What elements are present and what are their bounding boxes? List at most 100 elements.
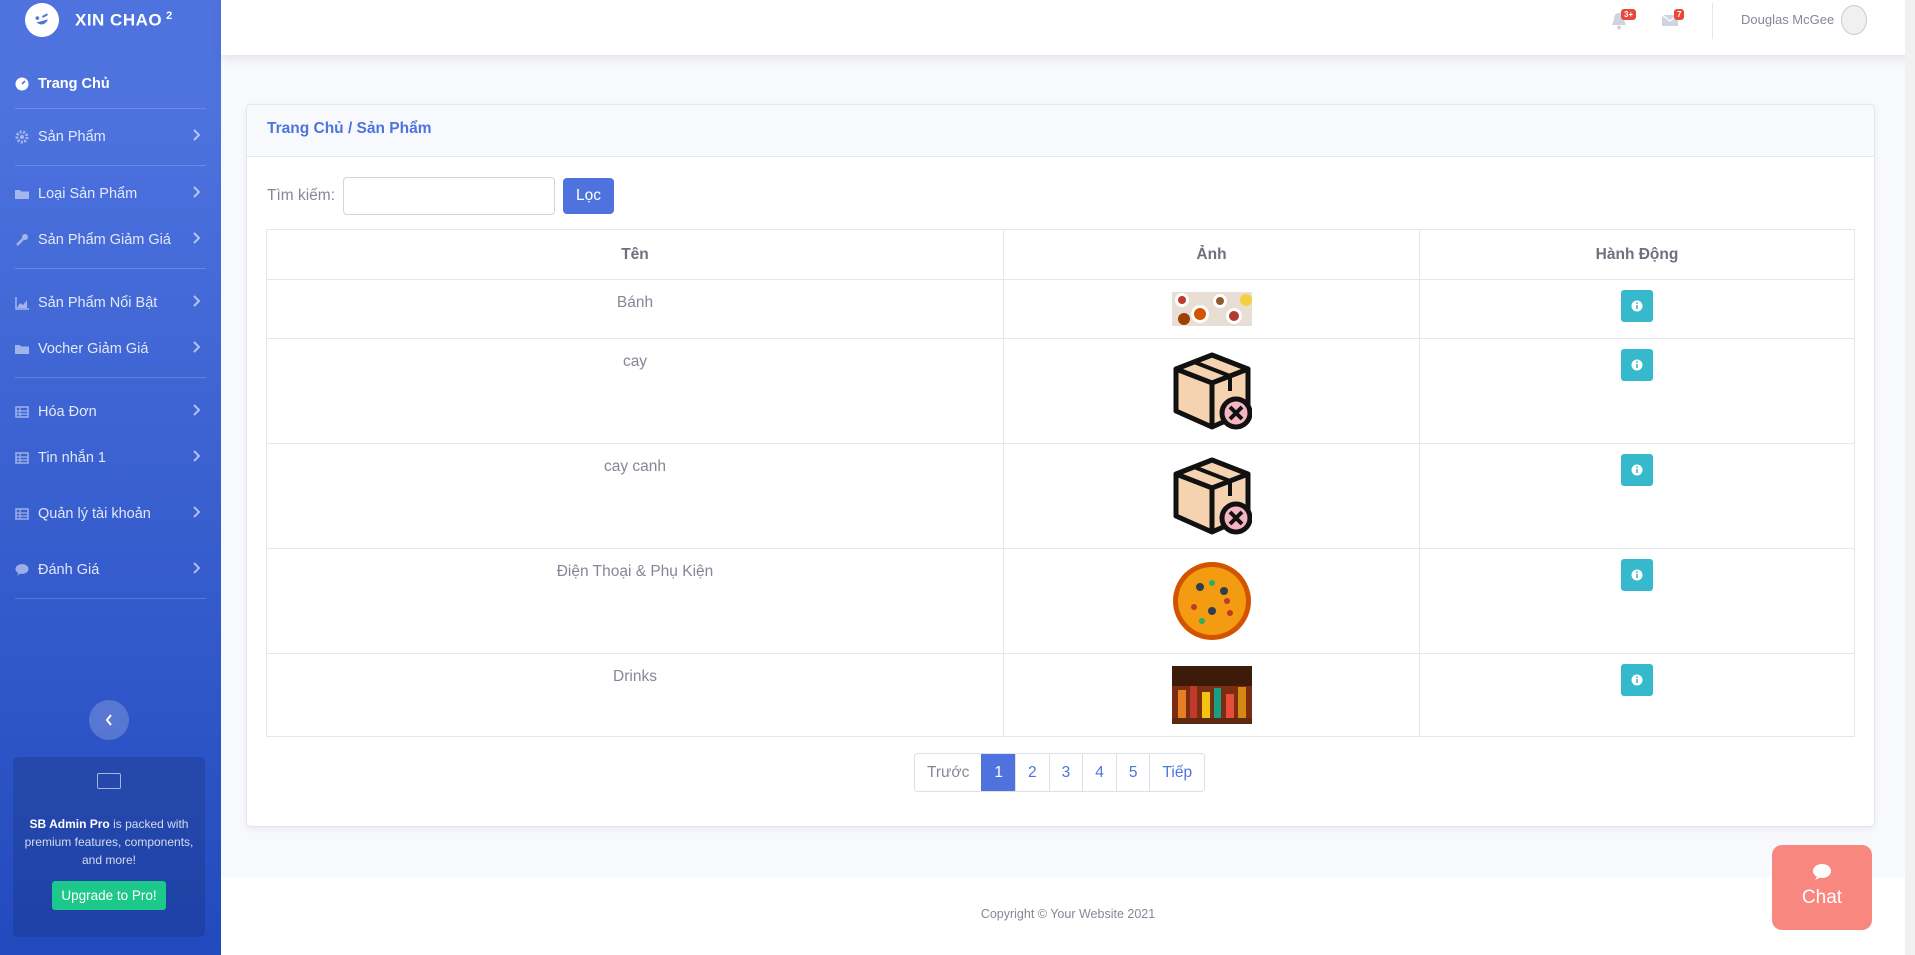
pagination-page-2[interactable]: 2 — [1014, 754, 1049, 791]
alerts-dropdown[interactable]: 3+ — [1611, 9, 1637, 32]
drinks-photo — [1171, 666, 1252, 724]
pagination-next[interactable]: Tiếp — [1149, 754, 1204, 791]
actions-cell — [1419, 443, 1855, 549]
sidebar-item-label: Tin nhắn 1 — [38, 450, 106, 466]
pagination-page-3[interactable]: 3 — [1048, 754, 1083, 791]
topbar-divider — [1712, 3, 1713, 39]
promo-image-broken — [97, 773, 121, 789]
products-card: Trang Chủ / Sản Phẩm Tìm kiếm: Lọc Tên Ả… — [246, 104, 1875, 827]
footer: Copyright © Your Website 2021 — [221, 877, 1915, 955]
actions-cell — [1419, 338, 1855, 444]
chevron-right-icon — [193, 404, 201, 420]
pagination: Trước 1 2 3 4 5 Tiếp — [914, 753, 1206, 792]
product-image-cell — [1003, 279, 1420, 339]
topbar: 3+ 7 Douglas McGee — [221, 0, 1915, 55]
tachometer-icon — [15, 77, 29, 91]
info-circle-icon — [1631, 300, 1643, 312]
sidebar-item-label: Sản Phẩm Nổi Bật — [38, 295, 158, 311]
sidebar-promo-card: SB Admin Pro is packed with premium feat… — [13, 757, 205, 937]
column-header-name: Tên — [266, 229, 1004, 280]
actions-cell — [1419, 653, 1855, 737]
search-input[interactable] — [343, 177, 556, 215]
products-table: Tên Ảnh Hành Động Bánh cay cay canh Điện… — [266, 229, 1855, 737]
table-row: cay — [266, 338, 1855, 444]
messages-badge: 7 — [1674, 9, 1685, 20]
sidebar-item-label: Loại Sản Phẩm — [38, 186, 138, 202]
sidebar-divider — [15, 268, 206, 269]
sidebar-toggle-button[interactable] — [89, 700, 129, 740]
pagination-page-4[interactable]: 4 — [1082, 754, 1116, 791]
pagination-page-1[interactable]: 1 — [981, 754, 1015, 791]
column-header-image: Ảnh — [1003, 229, 1420, 280]
table-icon — [15, 405, 29, 419]
sidebar-item-messages[interactable]: Tin nhắn 1 — [0, 430, 221, 486]
wrench-icon — [15, 233, 29, 247]
table-row: cay canh — [266, 443, 1855, 549]
folder-icon — [15, 187, 29, 201]
chevron-right-icon — [193, 341, 201, 357]
breadcrumb: Trang Chủ / Sản Phẩm — [247, 105, 1874, 157]
promo-text: SB Admin Pro is packed with premium feat… — [24, 817, 194, 867]
info-button[interactable] — [1621, 349, 1653, 381]
table-row: Điện Thoại & Phụ Kiện — [266, 548, 1855, 654]
search-form: Tìm kiếm: Lọc — [267, 177, 615, 215]
info-button[interactable] — [1621, 664, 1653, 696]
scrollbar[interactable] — [1905, 0, 1915, 955]
chevron-right-icon — [193, 450, 201, 466]
sidebar-divider — [15, 377, 206, 378]
user-name[interactable]: Douglas McGee — [1741, 12, 1834, 27]
upgrade-button[interactable]: Upgrade to Pro! — [52, 881, 166, 910]
column-header-actions: Hành Động — [1419, 229, 1855, 280]
product-image-cell — [1003, 548, 1420, 654]
chevron-left-icon — [105, 714, 112, 726]
cog-icon — [15, 130, 29, 144]
sidebar: XIN CHAO 2 Trang Chủ Sản Phẩm Loại Sản Ph… — [0, 0, 221, 955]
chevron-right-icon — [193, 295, 201, 311]
sidebar-item-products[interactable]: Sản Phẩm — [0, 109, 221, 165]
actions-cell — [1419, 279, 1855, 339]
sidebar-brand[interactable]: XIN CHAO 2 — [0, 0, 221, 41]
chat-label: Chat — [1801, 887, 1843, 908]
sidebar-item-label: Sản Phẩm — [38, 129, 106, 145]
avatar[interactable] — [1841, 5, 1867, 35]
product-name: Bánh — [266, 279, 1004, 339]
comment-icon — [15, 563, 29, 577]
product-image-cell — [1003, 443, 1420, 549]
messages-dropdown[interactable]: 7 — [1661, 9, 1685, 32]
product-name: Drinks — [266, 653, 1004, 737]
search-label: Tìm kiếm: — [267, 187, 336, 204]
chevron-right-icon — [193, 562, 201, 578]
info-button[interactable] — [1621, 290, 1653, 322]
product-image-cell — [1003, 653, 1420, 737]
table-row: Bánh — [266, 279, 1855, 339]
chevron-right-icon — [193, 506, 201, 522]
sidebar-item-label: Sản Phẩm Giảm Giá — [38, 232, 171, 248]
pagination-prev[interactable]: Trước — [915, 754, 981, 791]
table-header-row: Tên Ảnh Hành Động — [266, 229, 1855, 280]
food-table-photo — [1171, 292, 1252, 326]
pagination-page-5[interactable]: 5 — [1115, 754, 1150, 791]
filter-button[interactable]: Lọc — [563, 178, 615, 214]
chat-button[interactable]: Chat — [1772, 845, 1872, 930]
info-button[interactable] — [1621, 559, 1653, 591]
sidebar-item-label: Đánh Giá — [38, 562, 100, 578]
folder-icon — [15, 342, 29, 356]
missing-box-icon — [1173, 352, 1252, 430]
info-button[interactable] — [1621, 454, 1653, 486]
sidebar-item-home[interactable]: Trang Chủ — [0, 60, 221, 108]
sidebar-item-label: Vocher Giảm Giá — [38, 341, 149, 357]
chevron-right-icon — [193, 232, 201, 248]
chart-area-icon — [15, 296, 29, 310]
table-icon — [15, 451, 29, 465]
sidebar-item-vouchers[interactable]: Vocher Giảm Giá — [0, 321, 221, 377]
product-name: cay canh — [266, 443, 1004, 549]
info-circle-icon — [1631, 464, 1643, 476]
info-circle-icon — [1631, 359, 1643, 371]
sidebar-item-label: Quản lý tài khoản — [38, 506, 151, 522]
sidebar-item-reviews[interactable]: Đánh Giá — [0, 542, 221, 598]
pizza-photo — [1172, 562, 1251, 640]
sidebar-item-discount-products[interactable]: Sản Phẩm Giảm Giá — [0, 212, 221, 268]
product-image-cell — [1003, 338, 1420, 444]
sidebar-item-accounts[interactable]: Quản lý tài khoản — [0, 486, 221, 542]
product-name: Điện Thoại & Phụ Kiện — [266, 548, 1004, 654]
